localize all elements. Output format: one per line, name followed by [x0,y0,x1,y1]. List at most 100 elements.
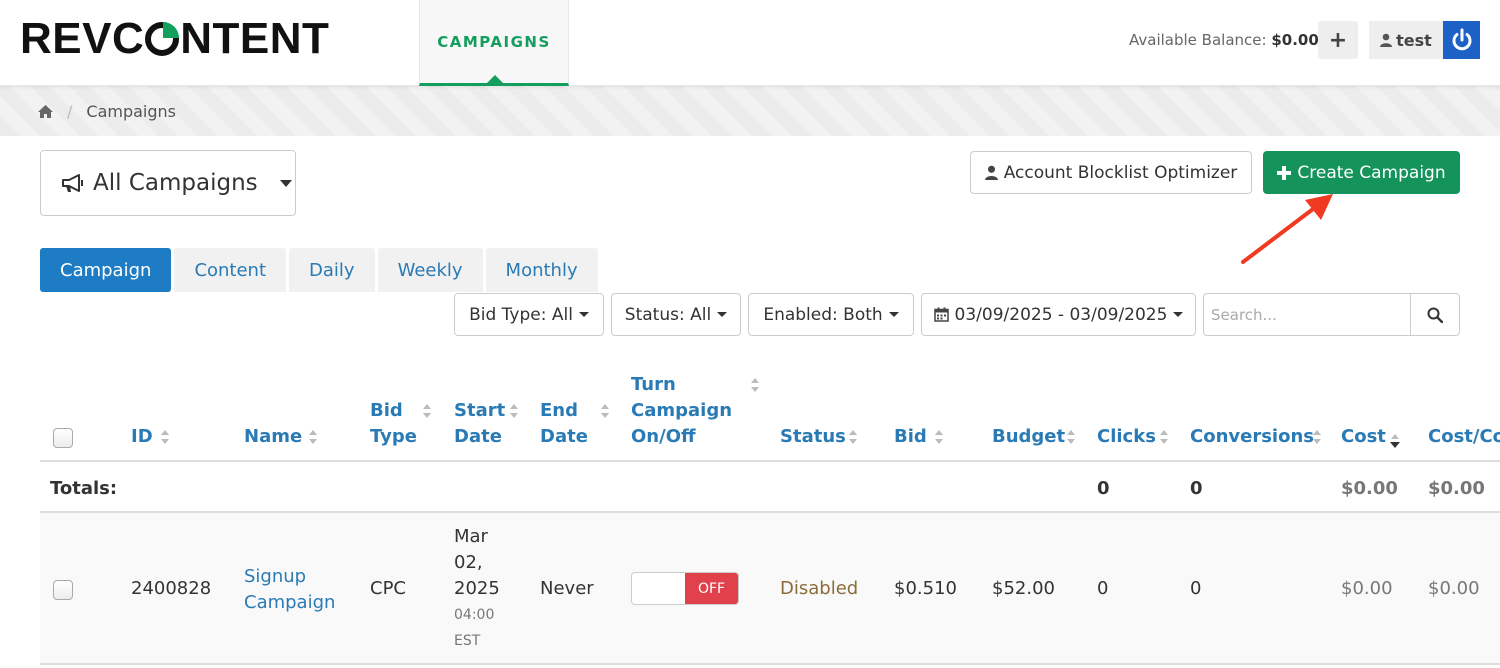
column-header-id[interactable]: ID [131,424,153,450]
column-header-end-date[interactable]: End Date [540,398,588,450]
campaign-selector-label: All Campaigns [93,170,258,196]
megaphone-icon [62,174,83,192]
annotation-arrow-icon [1241,194,1333,264]
search-input[interactable] [1204,294,1411,335]
column-header-cost-per-conversion[interactable]: Cost/Con [1428,424,1500,450]
header-line: Campaign [631,400,733,421]
revcontent-logo[interactable]: REVC NTENT [20,14,329,63]
campaign-selector-dropdown[interactable]: All Campaigns [40,150,296,216]
sort-desc-icon[interactable] [1390,432,1400,450]
tab-weekly[interactable]: Weekly [377,248,483,292]
totals-label: Totals: [50,478,118,499]
plus-icon: + [1328,27,1348,53]
enabled-filter[interactable]: Enabled: Both [748,293,914,336]
totals-cost: $0.00 [1341,478,1398,499]
available-balance: Available Balance: $0.00 [1129,31,1319,49]
row-start-line: 2025 [454,578,500,599]
chevron-down-icon [888,312,899,317]
breadcrumb: / Campaigns [0,86,1500,136]
row-start-timezone: EST [454,633,481,649]
date-range-picker[interactable]: 03/09/2025 - 03/09/2025 [921,293,1196,336]
sort-icon[interactable] [1312,428,1322,446]
row-budget: $52.00 [992,578,1055,599]
header-line: End [540,400,578,421]
row-bid: $0.510 [894,578,957,599]
tab-campaign[interactable]: Campaign [40,248,172,292]
logout-button[interactable] [1443,21,1480,59]
row-end-date: Never [540,578,594,599]
sort-icon[interactable] [1159,428,1169,446]
row-start-line: Mar [454,526,488,547]
balance-label: Available Balance: [1129,31,1267,49]
chevron-down-icon [1173,312,1184,317]
row-checkbox[interactable] [53,580,73,600]
nav-tab-label: CAMPAIGNS [437,32,551,51]
tab-monthly[interactable]: Monthly [485,248,598,292]
campaign-on-off-toggle[interactable]: OFF [631,572,739,605]
status-filter[interactable]: Status: All [611,293,741,336]
chevron-down-icon [279,179,292,187]
sort-icon[interactable] [600,402,610,420]
nav-tab-campaigns[interactable]: CAMPAIGNS [419,0,569,86]
header-line: Date [454,426,502,447]
enabled-filter-label: Enabled: Both [763,304,883,325]
row-id: 2400828 [131,578,212,599]
column-header-turn-on-off[interactable]: Turn Campaign On/Off [631,372,732,450]
tab-content[interactable]: Content [174,248,287,292]
user-menu-button[interactable]: test [1369,21,1443,59]
status-filter-label: Status: All [624,304,712,325]
report-tabs: Campaign Content Daily Weekly Monthly [40,248,598,292]
sort-icon[interactable] [934,428,944,446]
date-range-label: 03/09/2025 - 03/09/2025 [954,304,1168,325]
select-all-checkbox[interactable] [53,428,73,448]
column-header-start-date[interactable]: Start Date [454,398,505,450]
balance-value: $0.00 [1271,31,1319,49]
column-header-clicks[interactable]: Clicks [1097,424,1156,450]
sort-icon[interactable] [422,402,432,420]
power-icon [1452,28,1471,51]
sort-icon[interactable] [160,428,170,446]
row-clicks: 0 [1097,578,1109,599]
header-line: Turn [631,374,676,395]
top-navbar: REVC NTENT CAMPAIGNS Available Balance: $… [0,0,1500,86]
add-funds-button[interactable]: + [1318,21,1358,59]
row-start-date: Mar 02, 2025 04:00 EST [454,524,500,654]
sort-icon[interactable] [1066,428,1076,446]
header-line: Date [540,426,588,447]
column-header-cost[interactable]: Cost [1341,424,1386,450]
row-name-line: Campaign [244,592,336,613]
row-divider [40,663,1500,665]
bid-type-filter[interactable]: Bid Type: All [454,293,604,336]
column-header-bid-type[interactable]: Bid Type [370,398,417,450]
blocklist-label: Account Blocklist Optimizer [1003,162,1238,183]
home-icon[interactable] [38,104,53,118]
row-conversions: 0 [1190,578,1202,599]
search-button[interactable] [1410,294,1459,335]
search-box [1203,293,1460,336]
sort-icon[interactable] [750,376,760,394]
header-divider [40,460,1500,462]
totals-conversions: 0 [1190,478,1203,499]
sort-icon[interactable] [848,428,858,446]
user-icon [1380,33,1393,47]
header-line: On/Off [631,426,696,447]
sort-icon[interactable] [308,428,318,446]
calendar-icon [933,307,949,322]
column-header-conversions[interactable]: Conversions [1190,424,1314,450]
totals-cost-per: $0.00 [1428,478,1485,499]
row-name-link[interactable]: Signup Campaign [244,564,335,616]
column-header-budget[interactable]: Budget [992,424,1065,450]
row-start-time: 04:00 [454,607,495,623]
column-header-status[interactable]: Status [780,424,846,450]
user-icon [984,165,998,180]
bid-type-filter-label: Bid Type: All [469,304,573,325]
column-header-bid[interactable]: Bid [894,424,927,450]
account-blocklist-optimizer-button[interactable]: Account Blocklist Optimizer [970,151,1252,194]
row-status: Disabled [780,578,859,599]
toggle-off-label: OFF [685,573,738,604]
tab-daily[interactable]: Daily [289,248,375,292]
sort-icon[interactable] [509,402,519,420]
column-header-name[interactable]: Name [244,424,302,450]
header-line: Bid [370,400,403,421]
plus-icon [1277,165,1292,180]
